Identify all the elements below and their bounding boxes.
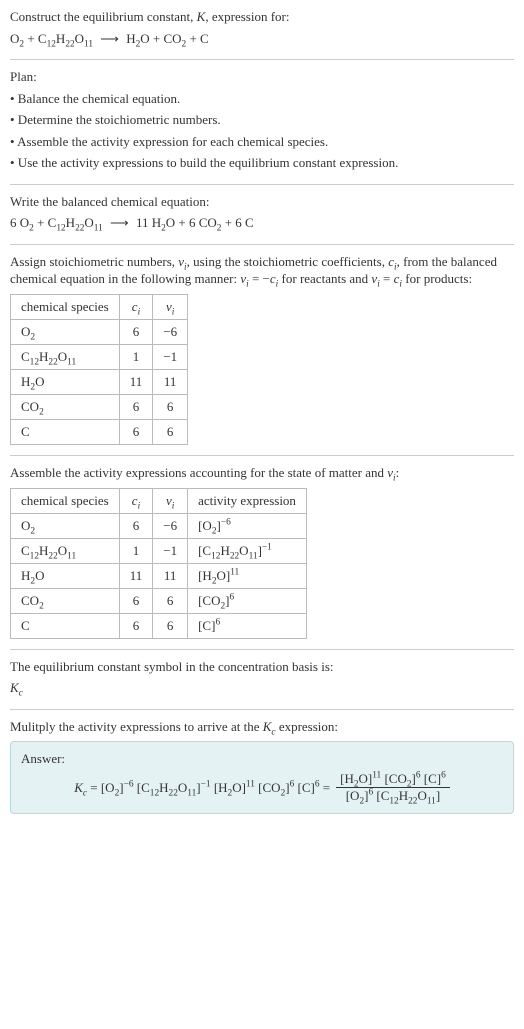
plan-title: Plan: [10,68,514,86]
balanced-equation: 6 O2 + C12H22O11 ⟶ 11 H2O + 6 CO2 + 6 C [10,214,514,232]
table-row: O2 6 −6 [O2]−6 [11,513,307,538]
cell-ci: 11 [119,563,153,588]
table-row: chemical species ci νi activity expressi… [11,488,307,513]
table-row: C12H22O11 1 −1 [C12H22O11]−1 [11,538,307,563]
kc-fraction: [H2O]11 [CO2]6 [C]6 [O2]6 [C12H22O11] [336,772,450,804]
col-species: chemical species [11,295,120,320]
table-row: C12H22O11 1 −1 [11,345,188,370]
kc-numerator: [H2O]11 [CO2]6 [C]6 [336,772,450,788]
section-activity: Assemble the activity expressions accoun… [10,456,514,650]
cell-vi: 6 [153,613,188,638]
cell-species: C [11,613,120,638]
cell-species: C12H22O11 [11,538,120,563]
cell-ci: 1 [119,345,153,370]
balanced-title: Write the balanced chemical equation: [10,193,514,211]
cell-species: C12H22O11 [11,345,120,370]
cell-vi: 6 [153,395,188,420]
cell-ci: 6 [119,613,153,638]
plan-bullet-3: • Assemble the activity expression for e… [10,133,514,151]
cell-ci: 11 [119,370,153,395]
plan-bullet-4: • Use the activity expressions to build … [10,154,514,172]
cell-activity: [C]6 [188,613,307,638]
table-row: C 6 6 [C]6 [11,613,307,638]
cell-vi: −6 [153,320,188,345]
cell-vi: 6 [153,588,188,613]
cell-activity: [O2]−6 [188,513,307,538]
table-row: chemical species ci νi [11,295,188,320]
cell-ci: 1 [119,538,153,563]
cell-species: C [11,420,120,445]
cell-vi: 11 [153,370,188,395]
cell-species: O2 [11,320,120,345]
table-row: H2O 11 11 [11,370,188,395]
stoich-table: chemical species ci νi O2 6 −6 C12H22O11… [10,294,188,445]
intro-equation: O2 + C12H22O11 ⟶ H2O + CO2 + C [10,30,514,48]
table-row: CO2 6 6 [11,395,188,420]
cell-vi: 11 [153,563,188,588]
cell-species: CO2 [11,395,120,420]
cell-ci: 6 [119,513,153,538]
cell-ci: 6 [119,588,153,613]
activity-intro: Assemble the activity expressions accoun… [10,464,514,482]
table-row: H2O 11 11 [H2O]11 [11,563,307,588]
cell-activity: [C12H22O11]−1 [188,538,307,563]
section-symbol: The equilibrium constant symbol in the c… [10,650,514,710]
table-row: O2 6 −6 [11,320,188,345]
symbol-line1: The equilibrium constant symbol in the c… [10,658,514,676]
cell-ci: 6 [119,395,153,420]
cell-vi: 6 [153,420,188,445]
cell-vi: −6 [153,513,188,538]
plan-bullet-1: • Balance the chemical equation. [10,90,514,108]
cell-ci: 6 [119,420,153,445]
cell-species: H2O [11,370,120,395]
section-plan: Plan: • Balance the chemical equation. •… [10,60,514,185]
kc-denominator: [O2]6 [C12H22O11] [342,788,444,803]
col-species: chemical species [11,488,120,513]
col-ci: ci [119,488,153,513]
section-final: Mulitply the activity expressions to arr… [10,710,514,823]
kc-lhs: Kc = [O2]−6 [C12H22O11]−1 [H2O]11 [CO2]6… [74,780,330,796]
cell-activity: [H2O]11 [188,563,307,588]
cell-ci: 6 [119,320,153,345]
final-intro: Mulitply the activity expressions to arr… [10,718,514,736]
cell-activity: [CO2]6 [188,588,307,613]
intro-line: Construct the equilibrium constant, K, e… [10,8,514,26]
kc-expression: Kc = [O2]−6 [C12H22O11]−1 [H2O]11 [CO2]6… [21,772,503,804]
plan-bullet-2: • Determine the stoichiometric numbers. [10,111,514,129]
symbol-line2: Kc [10,679,514,697]
section-intro: Construct the equilibrium constant, K, e… [10,8,514,60]
cell-vi: −1 [153,345,188,370]
table-row: CO2 6 6 [CO2]6 [11,588,307,613]
answer-box: Answer: Kc = [O2]−6 [C12H22O11]−1 [H2O]1… [10,741,514,814]
section-stoich: Assign stoichiometric numbers, νi, using… [10,245,514,456]
answer-label: Answer: [21,750,503,768]
cell-species: CO2 [11,588,120,613]
col-activity: activity expression [188,488,307,513]
cell-vi: −1 [153,538,188,563]
cell-species: H2O [11,563,120,588]
cell-species: O2 [11,513,120,538]
section-balanced: Write the balanced chemical equation: 6 … [10,185,514,245]
col-ci: ci [119,295,153,320]
col-vi: νi [153,488,188,513]
activity-table: chemical species ci νi activity expressi… [10,488,307,639]
stoich-intro: Assign stoichiometric numbers, νi, using… [10,253,514,288]
table-row: C 6 6 [11,420,188,445]
col-vi: νi [153,295,188,320]
